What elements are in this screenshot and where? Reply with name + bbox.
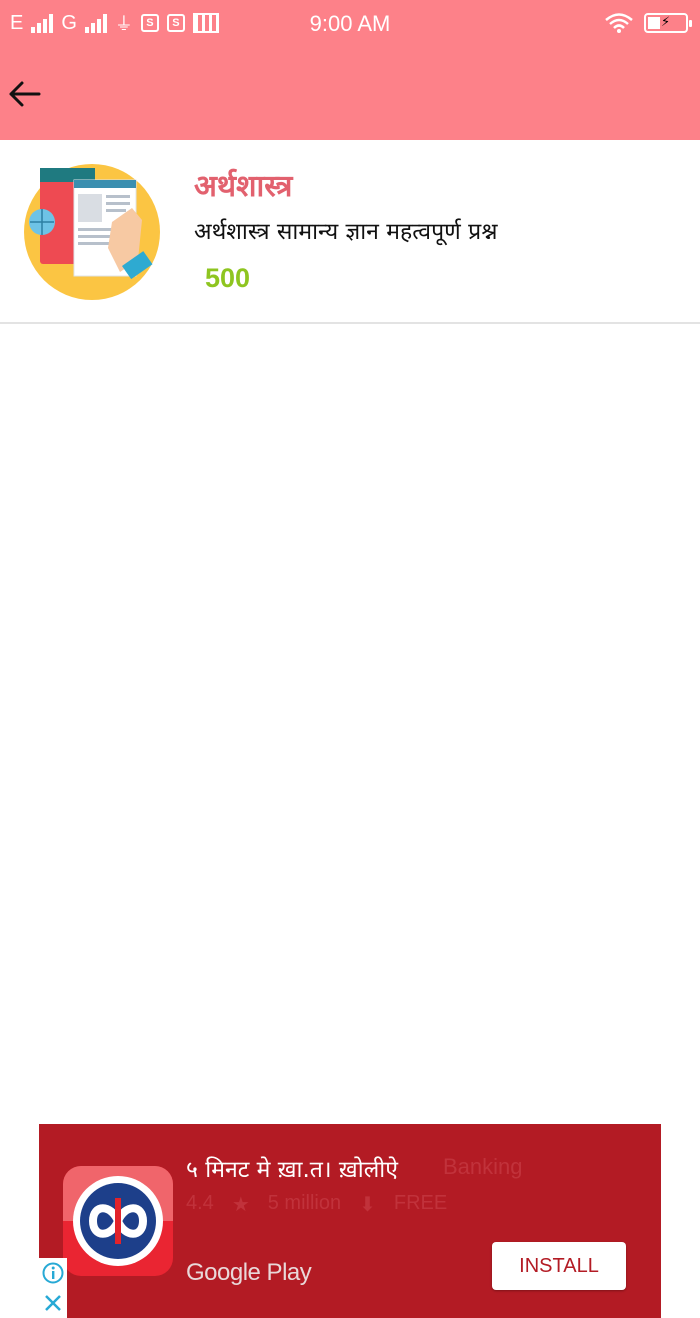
install-button[interactable]: INSTALL xyxy=(492,1242,626,1290)
ad-headline[interactable]: ५ मिनट मे ख़ा.त। ख़ोलीऐ xyxy=(186,1152,398,1184)
ad-ghost-text: Banking xyxy=(443,1154,523,1179)
ad-downloads: 5 million xyxy=(267,1192,342,1214)
ad-close-button[interactable] xyxy=(39,1288,67,1318)
category-card[interactable]: अर्थशास्त्र अर्थशास्त्र सामान्य ज्ञान मह… xyxy=(0,140,700,324)
charging-icon: ⚡ xyxy=(661,15,671,30)
status-bar: E G ⏚ S S 9:00 AM ⚡ xyxy=(0,0,700,50)
document-touch-icon xyxy=(24,164,160,300)
category-subtitle: अर्थशास्त्र सामान्य ज्ञान महत्वपूर्ण प्र… xyxy=(194,219,498,245)
star-icon: ★ xyxy=(231,1194,250,1216)
category-title: अर्थशास्त्र xyxy=(194,169,293,204)
question-count: 500 xyxy=(205,263,251,293)
download-icon: ⬇ xyxy=(359,1194,376,1216)
kotak-logo-icon xyxy=(63,1166,173,1276)
wifi-icon xyxy=(605,13,633,33)
ad-meta: 4.4 ★ 5 million ⬇ FREE xyxy=(186,1192,447,1217)
battery-level xyxy=(648,17,660,29)
status-right: ⚡ xyxy=(604,12,692,34)
battery-icon: ⚡ xyxy=(644,13,692,33)
back-button[interactable] xyxy=(6,76,42,112)
ad-info-button[interactable] xyxy=(39,1258,67,1288)
ad-rating: 4.4 xyxy=(186,1192,214,1214)
google-play-label: Google Play xyxy=(186,1259,312,1286)
app-toolbar xyxy=(0,50,700,140)
info-icon xyxy=(42,1262,64,1284)
ad-price: FREE xyxy=(393,1192,448,1214)
arrow-left-icon xyxy=(9,81,41,107)
clock: 9:00 AM xyxy=(309,11,391,36)
close-icon xyxy=(45,1295,61,1311)
ad-banner[interactable]: Banking ५ मिनट मे ख़ा.त। ख़ोलीऐ 4.4 ★ 5 … xyxy=(39,1124,661,1318)
